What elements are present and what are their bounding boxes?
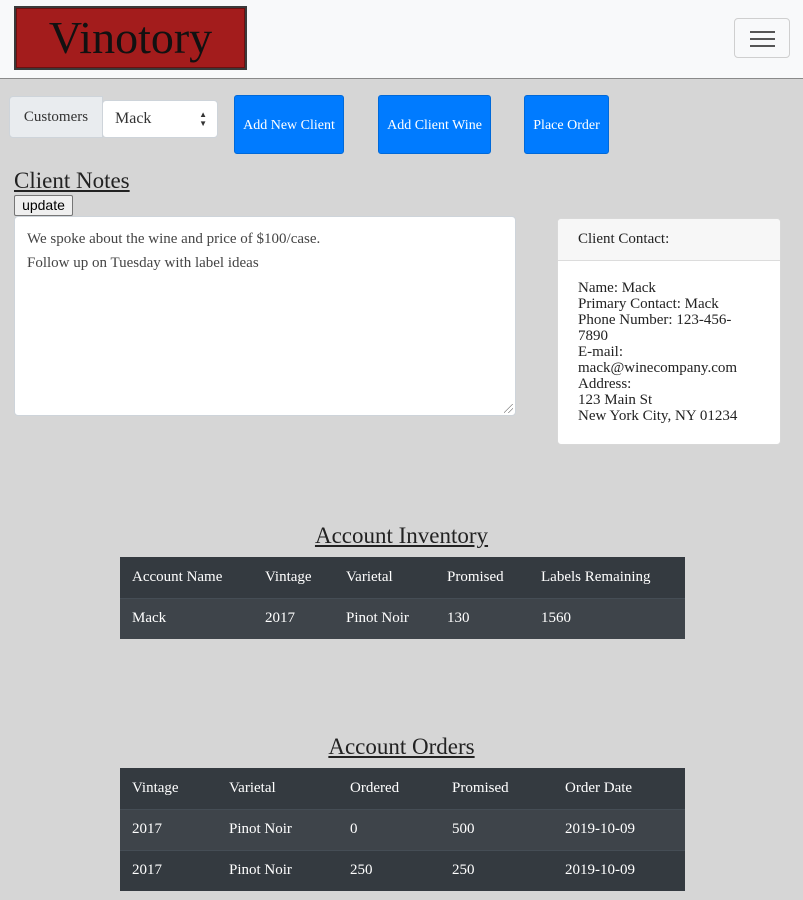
table-cell: Pinot Noir	[334, 597, 435, 639]
table-row: Mack 2017 Pinot Noir 130 1560	[120, 597, 685, 639]
contact-address-label: Address:	[578, 376, 632, 392]
customer-select-value: Mack	[115, 110, 152, 127]
select-arrows-icon: ▲ ▼	[199, 110, 207, 128]
add-new-client-button[interactable]: Add New Client	[234, 95, 344, 154]
customer-select-group: Customers Mack ▲ ▼	[9, 96, 218, 138]
account-inventory-table: Account Name Vintage Varietal Promised L…	[120, 557, 685, 639]
table-cell: 2017	[120, 849, 217, 891]
notes-line: We spoke about the wine and price of $10…	[27, 231, 321, 247]
notes-line: Follow up on Tuesday with label ideas	[27, 255, 259, 271]
table-cell: 130	[435, 597, 529, 639]
client-contact-body: Name: Mack Primary Contact: Mack Phone N…	[558, 261, 780, 424]
column-header: Promised	[452, 779, 509, 796]
brand-logo[interactable]: Vinotory	[14, 6, 247, 70]
table-header-row: Vintage Varietal Ordered Promised Order …	[120, 768, 685, 809]
table-cell: 0	[338, 808, 440, 850]
contact-name: Name: Mack	[578, 280, 656, 296]
table-cell: Pinot Noir	[217, 808, 338, 850]
column-header: Vintage	[265, 568, 312, 585]
contact-email-label: E-mail:	[578, 344, 623, 360]
navbar-toggle-button[interactable]	[734, 18, 790, 58]
table-row: 2017 Pinot Noir 250 250 2019-10-09	[120, 849, 685, 891]
table-cell: 2019-10-09	[553, 808, 685, 850]
column-header: Ordered	[350, 779, 400, 796]
customer-select[interactable]: Mack ▲ ▼	[102, 100, 218, 138]
table-cell: Pinot Noir	[217, 849, 338, 891]
client-contact-header: Client Contact:	[558, 219, 780, 261]
account-inventory-title: Account Inventory	[314, 523, 489, 548]
add-client-wine-button[interactable]: Add Client Wine	[378, 95, 491, 154]
contact-email: mack@winecompany.com	[578, 360, 738, 376]
column-header: Varietal	[229, 779, 276, 796]
column-header: Varietal	[346, 568, 393, 585]
client-notes-title: Client Notes	[14, 168, 130, 193]
navbar: Vinotory	[0, 0, 803, 79]
column-header: Promised	[447, 568, 504, 585]
contact-address-street: 123 Main St	[578, 392, 653, 408]
client-contact-card: Client Contact: Name: Mack Primary Conta…	[557, 218, 781, 445]
table-cell: 250	[338, 849, 440, 891]
contact-address-city: New York City, NY 01234	[578, 408, 738, 424]
account-orders-title: Account Orders	[328, 734, 475, 759]
contact-primary: Primary Contact: Mack	[578, 296, 719, 312]
table-cell: 500	[440, 808, 553, 850]
table-cell: 250	[440, 849, 553, 891]
column-header: Vintage	[132, 779, 179, 796]
table-header-row: Account Name Vintage Varietal Promised L…	[120, 557, 685, 598]
table-cell: 2017	[120, 808, 217, 850]
table-cell: Mack	[120, 597, 253, 639]
table-row: 2017 Pinot Noir 0 500 2019-10-09	[120, 808, 685, 850]
column-header: Account Name	[132, 568, 223, 585]
client-notes-textarea[interactable]: We spoke about the wine and price of $10…	[14, 216, 516, 416]
place-order-button[interactable]: Place Order	[524, 95, 609, 154]
account-orders-table: Vintage Varietal Ordered Promised Order …	[120, 768, 685, 891]
contact-phone: Phone Number: 123-456-	[578, 312, 732, 328]
customers-label: Customers	[9, 96, 103, 138]
table-cell: 2017	[253, 597, 334, 639]
update-notes-button[interactable]: update	[14, 195, 73, 216]
table-cell: 2019-10-09	[553, 849, 685, 891]
table-cell: 1560	[529, 597, 685, 639]
column-header: Labels Remaining	[541, 568, 651, 585]
column-header: Order Date	[565, 779, 633, 796]
contact-phone-cont: 7890	[578, 328, 608, 344]
resize-grip-icon[interactable]	[504, 404, 513, 413]
